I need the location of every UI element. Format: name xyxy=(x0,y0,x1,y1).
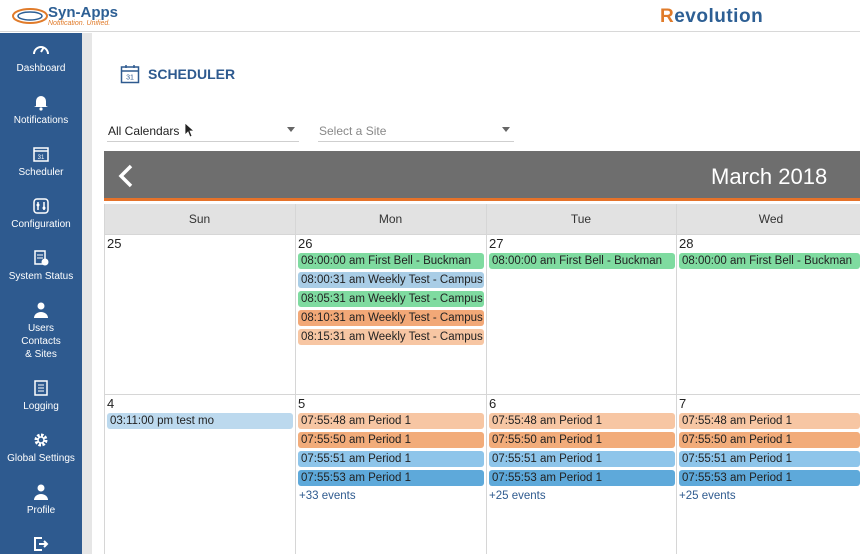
calendar-event[interactable]: 07:55:51 am Period 1 xyxy=(489,451,675,467)
dashboard-icon xyxy=(33,46,49,55)
calendar-event[interactable]: 07:55:53 am Period 1 xyxy=(298,470,484,486)
sidebar-label-users-contacts-sites: Users Contacts & Sites xyxy=(21,323,61,360)
calendar-event[interactable]: 08:00:31 am Weekly Test - Campus xyxy=(298,272,484,288)
site-select-placeholder: Select a Site xyxy=(319,124,387,138)
gear-icon xyxy=(34,433,48,447)
site-select[interactable]: Select a Site xyxy=(318,122,514,142)
calendar-event[interactable]: 03:11:00 pm test mo xyxy=(107,413,293,429)
day-number: 4 xyxy=(107,396,115,411)
sidebar-calendar-day: 31 xyxy=(38,155,45,161)
calendar-select[interactable]: All Calendars xyxy=(107,122,299,142)
status-icon xyxy=(34,250,49,266)
more-events-link[interactable]: +25 events xyxy=(489,490,546,502)
logout-icon xyxy=(34,537,49,551)
sidebar-label-global-settings: Global Settings xyxy=(7,453,75,464)
weekday-wed: Wed xyxy=(758,212,784,226)
calendar-icon: 31 xyxy=(120,65,140,84)
revolution-logo-text: evolution xyxy=(674,6,764,27)
sidebar-label-dashboard: Dashboard xyxy=(16,63,66,74)
calendar-header: March 2018 xyxy=(104,151,860,201)
calendar-event[interactable]: 07:55:51 am Period 1 xyxy=(298,451,484,467)
sidebar-item-logout[interactable] xyxy=(0,535,82,553)
day-number: 6 xyxy=(489,396,497,411)
log-icon xyxy=(34,380,48,396)
content-gutter xyxy=(82,33,92,554)
grid-line xyxy=(295,204,296,554)
grid-line xyxy=(104,234,860,235)
sidebar-item-notifications[interactable]: Notifications xyxy=(0,93,82,127)
sidebar-item-users-contacts-sites[interactable]: Users Contacts & Sites xyxy=(0,301,82,361)
user-icon xyxy=(34,484,48,500)
brand-tagline: Notification. Unified. xyxy=(48,20,111,27)
calendar-icon: 31 xyxy=(33,147,49,162)
weekday-mon: Mon xyxy=(378,212,403,226)
day-number: 7 xyxy=(679,396,687,411)
brand-name: Syn-Apps xyxy=(48,4,119,21)
day-number: 26 xyxy=(298,236,313,251)
sidebar-label-notifications: Notifications xyxy=(13,115,69,126)
month-label: March 2018 xyxy=(711,164,828,189)
day-number: 5 xyxy=(298,396,306,411)
chevron-left-icon[interactable] xyxy=(116,163,136,189)
calendar-event[interactable]: 08:10:31 am Weekly Test - Campus xyxy=(298,310,484,326)
sidebar-label-profile: Profile xyxy=(26,505,56,516)
header-calendar-day: 31 xyxy=(126,75,134,82)
day-number: 25 xyxy=(107,236,122,251)
sidebar-item-dashboard[interactable]: Dashboard xyxy=(0,41,82,75)
page-title: SCHEDULER xyxy=(148,66,236,82)
sidebar-label-configuration: Configuration xyxy=(11,219,71,230)
calendar-event[interactable]: 08:05:31 am Weekly Test - Campus xyxy=(298,291,484,307)
weekday-sun: Sun xyxy=(188,212,211,226)
sidebar-item-profile[interactable]: Profile xyxy=(0,483,82,517)
sidebar-label-logging: Logging xyxy=(23,401,59,412)
calendar-event[interactable]: 07:55:48 am Period 1 xyxy=(679,413,860,429)
revolution-logo: Revolution xyxy=(660,6,763,28)
calendar-event[interactable]: 07:55:53 am Period 1 xyxy=(489,470,675,486)
calendar-event[interactable]: 07:55:50 am Period 1 xyxy=(298,432,484,448)
sidebar: Dashboard Notifications 31 Scheduler Con… xyxy=(0,33,82,554)
swoosh-icon xyxy=(12,8,48,24)
sidebar-item-system-status[interactable]: System Status xyxy=(0,249,82,283)
calendar-event[interactable]: 07:55:53 am Period 1 xyxy=(679,470,860,486)
calendar-event[interactable]: 08:15:31 am Weekly Test - Campus xyxy=(298,329,484,345)
sidebar-item-scheduler[interactable]: 31 Scheduler xyxy=(0,145,82,179)
chevron-down-icon xyxy=(502,127,510,132)
calendar-event[interactable]: 07:55:50 am Period 1 xyxy=(489,432,675,448)
calendar-event[interactable]: 08:00:00 am First Bell - Buckman xyxy=(679,253,860,269)
grid-line xyxy=(676,204,677,554)
chevron-down-icon xyxy=(287,127,295,132)
revolution-logo-r: R xyxy=(660,6,675,27)
calendar-select-value: All Calendars xyxy=(108,124,180,138)
bell-icon xyxy=(34,96,48,111)
more-events-link[interactable]: +33 events xyxy=(299,490,356,502)
calendar-event[interactable]: 07:55:48 am Period 1 xyxy=(489,413,675,429)
calendar-event[interactable]: 07:55:50 am Period 1 xyxy=(679,432,860,448)
grid-line xyxy=(486,204,487,554)
weekday-header-row: Sun Mon Tue Wed xyxy=(104,204,860,234)
sidebar-label-scheduler: Scheduler xyxy=(18,167,64,178)
calendar-event[interactable]: 07:55:48 am Period 1 xyxy=(298,413,484,429)
weekday-tue: Tue xyxy=(570,212,592,226)
user-icon xyxy=(34,302,48,318)
sliders-icon xyxy=(33,198,49,214)
day-number: 28 xyxy=(679,236,694,251)
grid-line xyxy=(104,204,105,554)
sidebar-item-configuration[interactable]: Configuration xyxy=(0,197,82,231)
sidebar-item-global-settings[interactable]: Global Settings xyxy=(0,431,82,465)
day-number: 27 xyxy=(489,236,504,251)
top-bar: Syn-Apps Notification. Unified. Revoluti… xyxy=(0,0,860,32)
calendar-event[interactable]: 08:00:00 am First Bell - Buckman xyxy=(298,253,484,269)
sidebar-item-logging[interactable]: Logging xyxy=(0,379,82,413)
calendar-event[interactable]: 07:55:51 am Period 1 xyxy=(679,451,860,467)
grid-line xyxy=(104,394,860,395)
calendar-event[interactable]: 08:00:00 am First Bell - Buckman xyxy=(489,253,675,269)
more-events-link[interactable]: +25 events xyxy=(679,490,736,502)
sidebar-label-system-status: System Status xyxy=(8,271,74,282)
mouse-cursor-icon xyxy=(184,122,194,138)
syn-apps-logo: Syn-Apps Notification. Unified. xyxy=(10,3,135,29)
